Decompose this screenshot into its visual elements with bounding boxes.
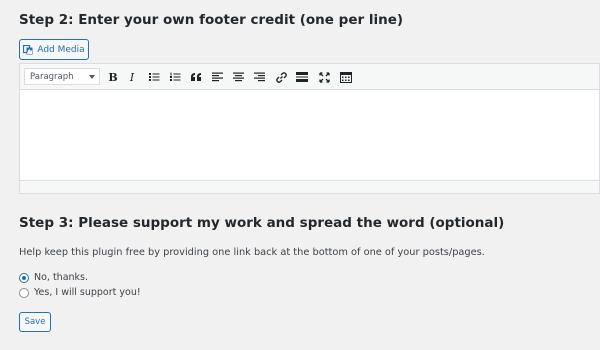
align-center-button[interactable] — [230, 69, 246, 85]
editor-status-bar — [20, 180, 599, 193]
step3-title: Step 3: Please support my work and sprea… — [19, 215, 505, 231]
fullscreen-button[interactable] — [316, 69, 332, 85]
radio-support-label: Yes, I will support you! — [34, 287, 141, 298]
numbered-list-icon — [169, 72, 180, 81]
format-select[interactable]: Paragraph — [24, 68, 100, 85]
align-right-button[interactable] — [251, 69, 267, 85]
align-left-button[interactable] — [209, 69, 225, 85]
align-left-icon — [211, 72, 223, 82]
bulleted-list-icon — [148, 73, 159, 81]
bold-icon: B — [108, 70, 118, 84]
italic-button[interactable]: I — [124, 69, 140, 85]
align-center-icon — [232, 72, 244, 82]
fullscreen-icon — [318, 71, 330, 83]
bulleted-list-button[interactable] — [146, 69, 162, 85]
add-media-icon — [23, 44, 34, 55]
footer-credit-editor: Paragraph B I — [19, 63, 600, 194]
read-more-button[interactable] — [294, 69, 310, 85]
save-button[interactable]: Save — [19, 312, 51, 332]
link-button[interactable] — [273, 69, 289, 85]
bold-button[interactable]: B — [105, 69, 121, 85]
add-media-label: Add Media — [37, 44, 85, 55]
support-description: Help keep this plugin free by providing … — [19, 247, 485, 258]
format-select-value: Paragraph — [30, 71, 74, 82]
step2-title: Step 2: Enter your own footer credit (on… — [19, 12, 404, 28]
editor-toolbar: Paragraph B I — [20, 64, 599, 90]
read-more-icon — [296, 72, 308, 82]
radio-option-no-thanks[interactable]: No, thanks. — [19, 272, 88, 283]
settings-page: Step 2: Enter your own footer credit (on… — [0, 0, 600, 350]
blockquote-button[interactable] — [188, 69, 204, 85]
radio-option-support[interactable]: Yes, I will support you! — [19, 287, 141, 298]
blockquote-icon — [190, 72, 201, 81]
add-media-button[interactable]: Add Media — [19, 39, 89, 60]
editor-content-area[interactable] — [20, 90, 599, 182]
toolbar-toggle-icon — [340, 71, 352, 83]
radio-support[interactable] — [19, 287, 29, 298]
numbered-list-button[interactable] — [167, 69, 183, 85]
radio-no-thanks[interactable] — [19, 272, 29, 283]
chevron-down-icon — [89, 75, 95, 79]
toolbar-toggle-button[interactable] — [338, 69, 354, 85]
radio-no-thanks-label: No, thanks. — [34, 272, 89, 283]
align-right-icon — [253, 72, 265, 82]
link-icon — [275, 71, 287, 83]
italic-icon: I — [129, 70, 135, 84]
